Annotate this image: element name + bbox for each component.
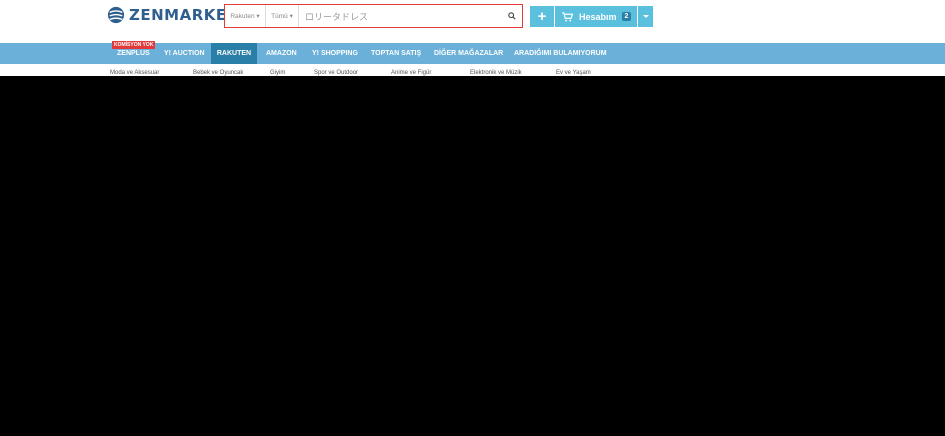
subcategory-item[interactable]: Spor ve Outdoor: [314, 70, 358, 76]
caret-down-icon: [642, 15, 649, 18]
search-icon[interactable]: [508, 12, 516, 20]
subcategory-item[interactable]: Giyim: [270, 70, 285, 76]
no-commission-badge: KOMİSYON YOK: [112, 41, 156, 49]
chevron-down-icon: ▾: [254, 13, 260, 20]
add-button[interactable]: +: [530, 6, 554, 27]
chevron-down-icon: ▾: [287, 13, 293, 20]
zenmarket-logo-icon: [107, 6, 125, 24]
nav-item-wholesale[interactable]: TOPTAN SATIŞ: [371, 43, 421, 64]
cart-count-badge: 2: [621, 12, 632, 21]
account-label: Hesabım: [579, 11, 617, 22]
account-button[interactable]: Hesabım 2: [555, 6, 637, 27]
store-select[interactable]: Rakuten ▾: [225, 5, 266, 27]
nav-item-cant-find[interactable]: ARADIĞIMI BULAMIYORUM: [514, 43, 607, 64]
category-select[interactable]: Tümü ▾: [266, 5, 299, 27]
category-select-label: Tümü: [271, 12, 288, 20]
logo-text: ZENMARKET: [129, 6, 238, 24]
subcategory-item[interactable]: Moda ve Aksesuar: [110, 70, 159, 76]
nav-item-other-stores[interactable]: DİĞER MAĞAZALAR: [434, 43, 503, 64]
account-dropdown-toggle[interactable]: [638, 6, 653, 27]
nav-item-yauction[interactable]: Y! AUCTION: [164, 43, 205, 64]
nav-item-amazon[interactable]: AMAZON: [266, 43, 297, 64]
search-input[interactable]: ロリータドレス: [305, 5, 368, 27]
logo[interactable]: ZENMARKET: [107, 6, 237, 24]
nav-item-rakuten[interactable]: RAKUTEN: [211, 43, 257, 64]
subcategory-item[interactable]: Anime ve Figür: [391, 70, 431, 76]
subcategory-bar: Moda ve Aksesuar Bebek ve Oyuncak Giyim …: [0, 64, 945, 76]
store-select-label: Rakuten: [230, 12, 255, 20]
subcategory-item[interactable]: Elektronik ve Müzik: [470, 70, 522, 76]
subcategory-item[interactable]: Ev ve Yaşam: [556, 70, 591, 76]
header: ZENMARKET Rakuten ▾ Tümü ▾ ロリータドレス + Hes…: [0, 0, 945, 43]
cart-icon: [562, 11, 573, 22]
subcategory-item[interactable]: Bebek ve Oyuncak: [193, 70, 243, 76]
nav-item-yshopping[interactable]: Y! SHOPPING: [312, 43, 358, 64]
search-bar: Rakuten ▾ Tümü ▾ ロリータドレス: [224, 4, 523, 28]
